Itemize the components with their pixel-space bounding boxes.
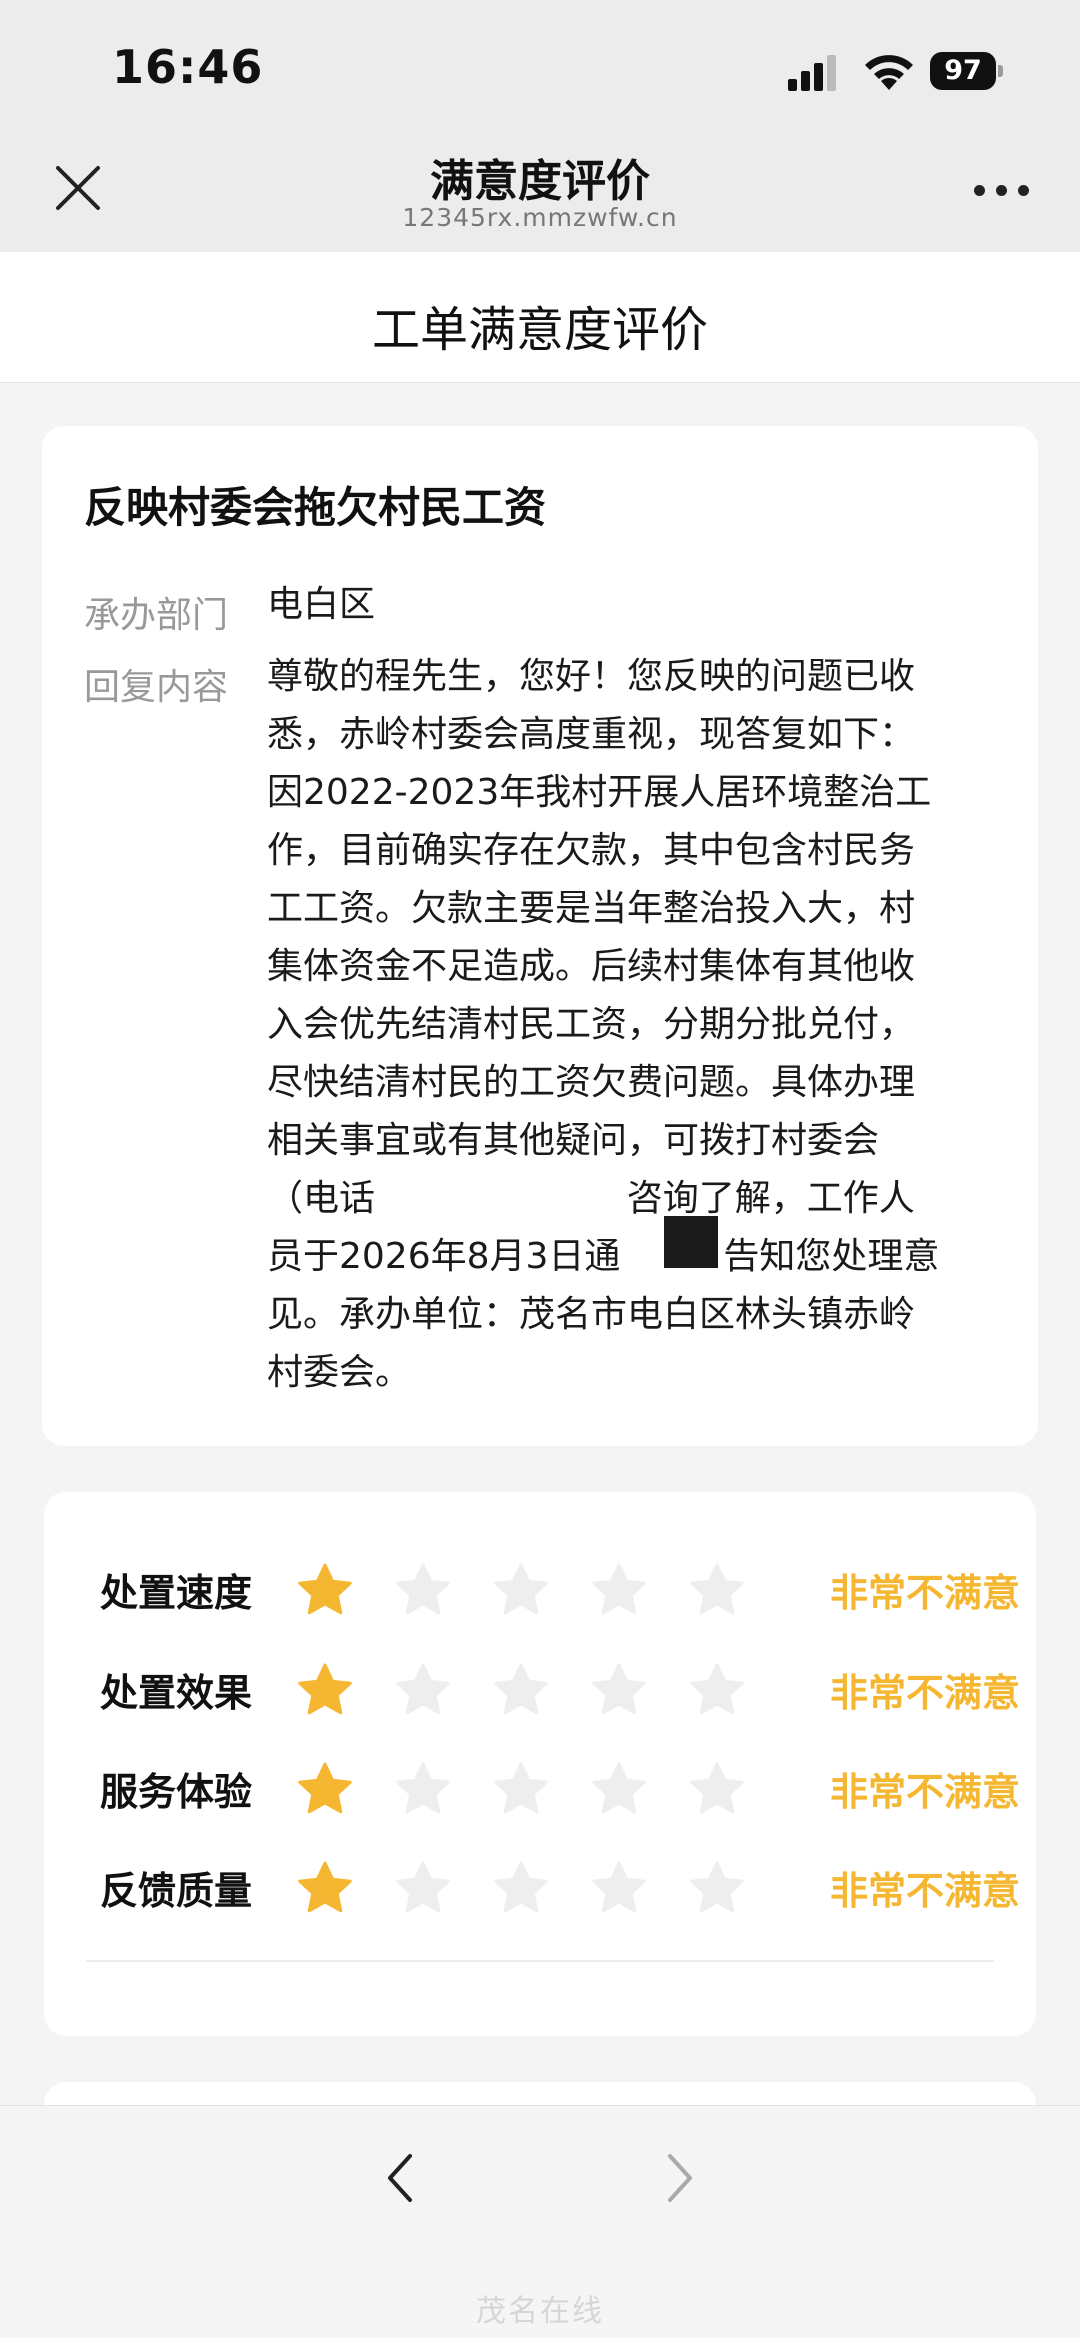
rating-result: 非常不满意	[829, 1671, 1020, 1715]
star-empty-icon[interactable]	[590, 1761, 648, 1819]
rating-label: 服务体验	[100, 1770, 253, 1814]
more-dot	[1018, 185, 1029, 196]
ticket-title: 反映村委会拖欠村民工资	[84, 483, 547, 532]
reply-line: 悉，赤岭村委会高度重视，现答复如下：	[267, 714, 916, 755]
reply-label: 回复内容	[84, 667, 229, 708]
rating-card: 处置速度 非常不满意 处置效果 非常不满意 服务体验 非常不满意 反馈质量 非常…	[44, 1492, 1036, 2036]
wifi-icon	[865, 55, 913, 90]
star-empty-icon[interactable]	[394, 1662, 452, 1720]
reply-line: 员于2026年8月3日通 告知您处理意	[267, 1236, 940, 1277]
reply-line: （电话 咨询了解，工作人	[267, 1178, 915, 1219]
star-filled-icon[interactable]	[296, 1761, 354, 1819]
star-empty-icon[interactable]	[590, 1662, 648, 1720]
ticket-card: 反映村委会拖欠村民工资 承办部门 电白区 回复内容 尊敬的程先生，您好！您反映的…	[42, 426, 1038, 1446]
page-header: 工单满意度评价	[0, 252, 1080, 383]
reply-line: 集体资金不足造成。后续村集体有其他收	[267, 946, 916, 987]
star-empty-icon[interactable]	[492, 1860, 550, 1918]
star-empty-icon[interactable]	[492, 1562, 550, 1620]
star-filled-icon[interactable]	[296, 1860, 354, 1918]
star-empty-icon[interactable]	[394, 1761, 452, 1819]
battery-level: 97	[944, 55, 982, 86]
star-filled-icon[interactable]	[296, 1562, 354, 1620]
more-dot	[974, 185, 985, 196]
bottom-toolbar: 茂名在线	[0, 2105, 1080, 2338]
star-empty-icon[interactable]	[688, 1662, 746, 1720]
reply-line: 见。承办单位：茂名市电白区林头镇赤岭	[267, 1294, 916, 1335]
reply-line: 尽快结清村民的工资欠费问题。具体办理	[267, 1062, 916, 1103]
battery-icon: 97	[930, 52, 1004, 90]
star-empty-icon[interactable]	[492, 1761, 550, 1819]
star-empty-icon[interactable]	[688, 1761, 746, 1819]
more-icon[interactable]	[972, 178, 1032, 202]
cellular-signal-icon	[788, 55, 836, 91]
dept-label: 承办部门	[84, 595, 229, 636]
battery-tip	[998, 65, 1003, 77]
more-dot	[996, 185, 1007, 196]
status-time: 16:46	[112, 40, 264, 94]
rating-result: 非常不满意	[829, 1571, 1020, 1615]
reply-line: 作，目前确实存在欠款，其中包含村民务	[267, 830, 916, 871]
reply-content: 尊敬的程先生，您好！您反映的问题已收 悉，赤岭村委会高度重视，现答复如下： 因2…	[267, 648, 997, 1402]
rating-result: 非常不满意	[829, 1869, 1020, 1913]
dept-value: 电白区	[267, 584, 376, 625]
reply-line: 工工资。欠款主要是当年整治投入大，村	[267, 888, 916, 929]
redaction-block	[664, 1216, 718, 1268]
top-bar: 16:46 97 满意度评价 12345rx.mmzwfw.cn	[0, 0, 1080, 252]
nav-title: 满意度评价	[430, 156, 650, 207]
page-title: 工单满意度评价	[371, 302, 708, 358]
reply-line: 村委会。	[267, 1352, 412, 1393]
chevron-right-icon[interactable]	[660, 2148, 700, 2208]
reply-line: 入会优先结清村民工资，分期分批兑付，	[267, 1004, 916, 1045]
rating-label: 处置速度	[100, 1571, 253, 1615]
star-empty-icon[interactable]	[492, 1662, 550, 1720]
watermark: 茂名在线	[476, 2294, 604, 2329]
rating-label: 反馈质量	[100, 1869, 253, 1913]
rating-label: 处置效果	[100, 1671, 253, 1715]
star-empty-icon[interactable]	[688, 1562, 746, 1620]
reply-line: 因2022-2023年我村开展人居环境整治工	[267, 772, 932, 813]
star-empty-icon[interactable]	[590, 1562, 648, 1620]
rating-row: 服务体验 非常不满意	[100, 1753, 1020, 1823]
rating-row: 处置效果 非常不满意	[100, 1654, 1020, 1724]
reply-line: 相关事宜或有其他疑问，可拨打村委会	[267, 1120, 880, 1161]
nav-url: 12345rx.mmzwfw.cn	[402, 203, 678, 232]
divider	[86, 1960, 994, 1962]
chevron-left-icon[interactable]	[380, 2148, 420, 2208]
star-empty-icon[interactable]	[688, 1860, 746, 1918]
star-empty-icon[interactable]	[394, 1562, 452, 1620]
star-empty-icon[interactable]	[590, 1860, 648, 1918]
rating-row: 反馈质量 非常不满意	[100, 1852, 1020, 1922]
reply-line: 尊敬的程先生，您好！您反映的问题已收	[267, 656, 916, 697]
rating-row: 处置速度 非常不满意	[100, 1554, 1020, 1624]
rating-result: 非常不满意	[829, 1770, 1020, 1814]
star-empty-icon[interactable]	[394, 1860, 452, 1918]
star-filled-icon[interactable]	[296, 1662, 354, 1720]
